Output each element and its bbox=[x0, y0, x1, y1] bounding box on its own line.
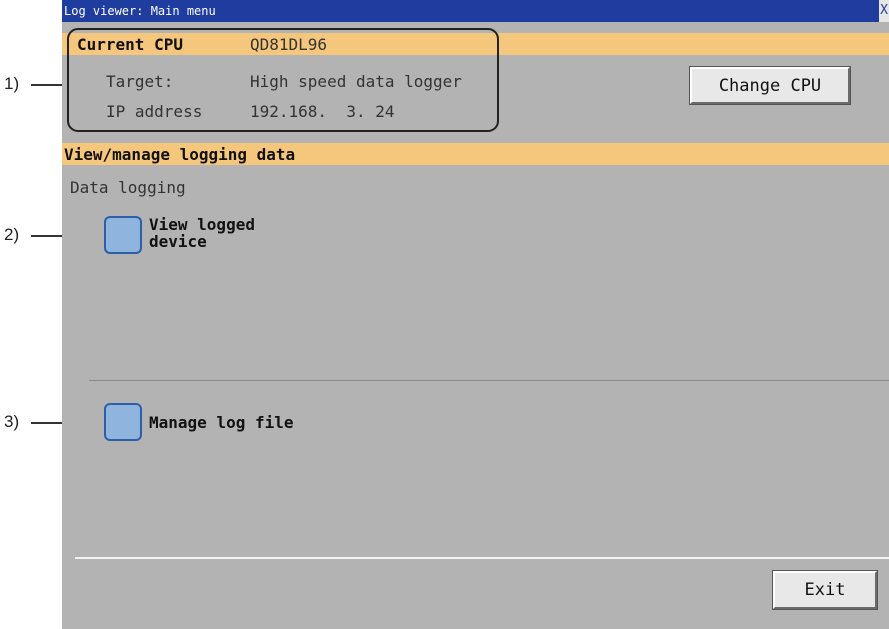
annotation-1-box bbox=[67, 28, 499, 132]
change-cpu-button[interactable]: Change CPU bbox=[689, 66, 851, 105]
log-viewer-screen: Log viewer: Main menu X Current CPU QD81… bbox=[62, 0, 889, 629]
window-title: Log viewer: Main menu bbox=[64, 4, 216, 18]
annotation-3: 3) bbox=[4, 412, 20, 431]
annotation-2: 2) bbox=[4, 225, 20, 244]
divider bbox=[89, 380, 889, 381]
manage-log-file-label[interactable]: Manage log file bbox=[149, 413, 294, 432]
close-icon[interactable]: X bbox=[879, 0, 889, 22]
view-logged-device-label-line2[interactable]: device bbox=[149, 232, 207, 251]
section-header: View/manage logging data bbox=[64, 145, 296, 164]
manage-log-file-button[interactable] bbox=[104, 403, 142, 441]
footer-divider bbox=[75, 557, 889, 559]
annotation-1: 1) bbox=[4, 74, 20, 93]
exit-button[interactable]: Exit bbox=[772, 570, 878, 610]
title-bar: Log viewer: Main menu X bbox=[62, 0, 889, 22]
data-logging-label: Data logging bbox=[70, 178, 186, 197]
view-logged-device-button[interactable] bbox=[104, 216, 142, 254]
